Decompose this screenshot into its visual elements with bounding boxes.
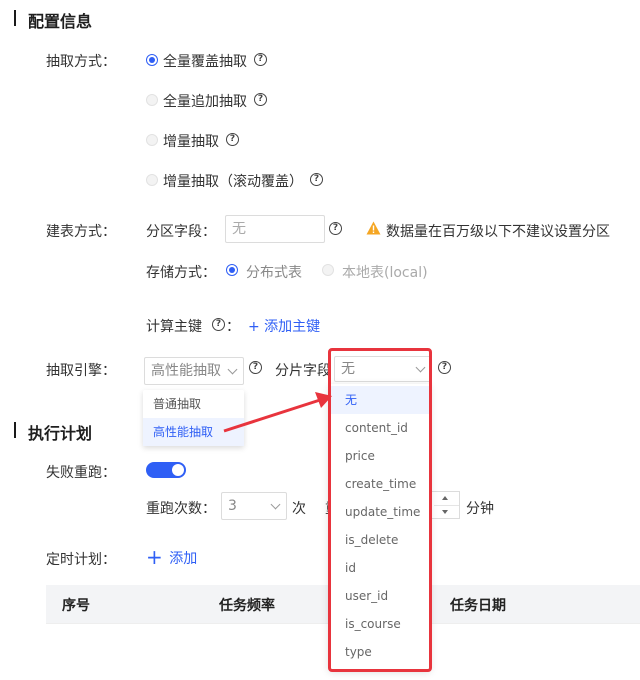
radio-label: 本地表(local) [342,265,428,281]
radio-checked-icon[interactable] [146,54,158,66]
radio-label: 全量追加抽取 [163,94,247,110]
extract-mode-label: 抽取方式： [46,54,116,70]
stepper-up-icon[interactable] [442,496,448,500]
radio-label: 全量覆盖抽取 [163,54,247,70]
table-mode-label: 建表方式： [46,224,116,240]
interval-stepper[interactable] [430,491,460,519]
chevron-down-icon [270,499,281,510]
retry-toggle[interactable] [146,462,186,478]
timer-label: 定时计划： [46,552,116,568]
engine-selected: 高性能抽取 [151,363,221,379]
config-section-title: 配置信息 [28,12,93,31]
storage-label: 存储方式： [146,265,216,281]
primary-key-colon: ： [226,319,240,335]
stepper-divider [434,505,459,506]
chevron-down-icon [227,364,238,375]
help-icon[interactable]: ? [249,361,262,374]
radio-label: 增量抽取 [163,134,219,150]
retry-count-value: 3 [228,498,237,514]
shard-label: 分片字段 [275,363,331,379]
retry-count-unit: 次 [292,501,306,517]
help-icon[interactable]: ? [212,318,225,331]
col-date: 任务日期 [450,598,506,614]
engine-select[interactable]: 高性能抽取 [144,357,244,385]
add-timer-button[interactable]: + 添加 [146,546,197,568]
schedule-section-title: 执行计划 [28,424,93,443]
radio-label: 分布式表 [246,265,302,281]
add-timer-label: 添加 [169,551,198,567]
help-icon[interactable]: ? [226,133,239,146]
radio-label: 增量抽取（滚动覆盖） [163,174,303,190]
plus-icon: + [146,545,163,569]
section-bar [14,10,16,26]
help-icon[interactable]: ? [254,93,267,106]
partition-warning: 数据量在百万级以下不建议设置分区 [386,224,610,240]
section-bar [14,422,16,438]
primary-key-label: 计算主键 [146,319,202,335]
radio-unchecked-icon[interactable] [322,264,334,276]
partition-input[interactable]: 无 [225,215,325,243]
help-icon[interactable]: ? [438,361,451,374]
help-icon[interactable]: ? [310,173,323,186]
warning-icon [366,221,381,235]
radio-unchecked-icon[interactable] [146,134,158,146]
radio-checked-icon[interactable] [226,264,238,276]
engine-label: 抽取引擎： [46,363,116,379]
retry-interval-unit: 分钟 [466,501,494,517]
help-icon[interactable]: ? [329,222,342,235]
annotation-arrow [223,392,332,433]
highlight-box [328,348,432,672]
add-primary-key-link[interactable]: + 添加主键 [248,316,320,336]
col-frequency: 任务频率 [219,598,275,614]
retry-label: 失败重跑： [46,465,116,481]
partition-label: 分区字段： [146,224,216,240]
help-icon[interactable]: ? [254,53,267,66]
retry-count-select[interactable]: 3 [221,492,287,520]
stepper-down-icon[interactable] [442,510,448,514]
retry-count-label: 重跑次数： [146,501,216,517]
radio-unchecked-icon[interactable] [146,94,158,106]
partition-placeholder: 无 [232,221,246,237]
radio-unchecked-icon[interactable] [146,174,158,186]
toggle-knob [172,464,184,476]
col-index: 序号 [62,598,90,614]
